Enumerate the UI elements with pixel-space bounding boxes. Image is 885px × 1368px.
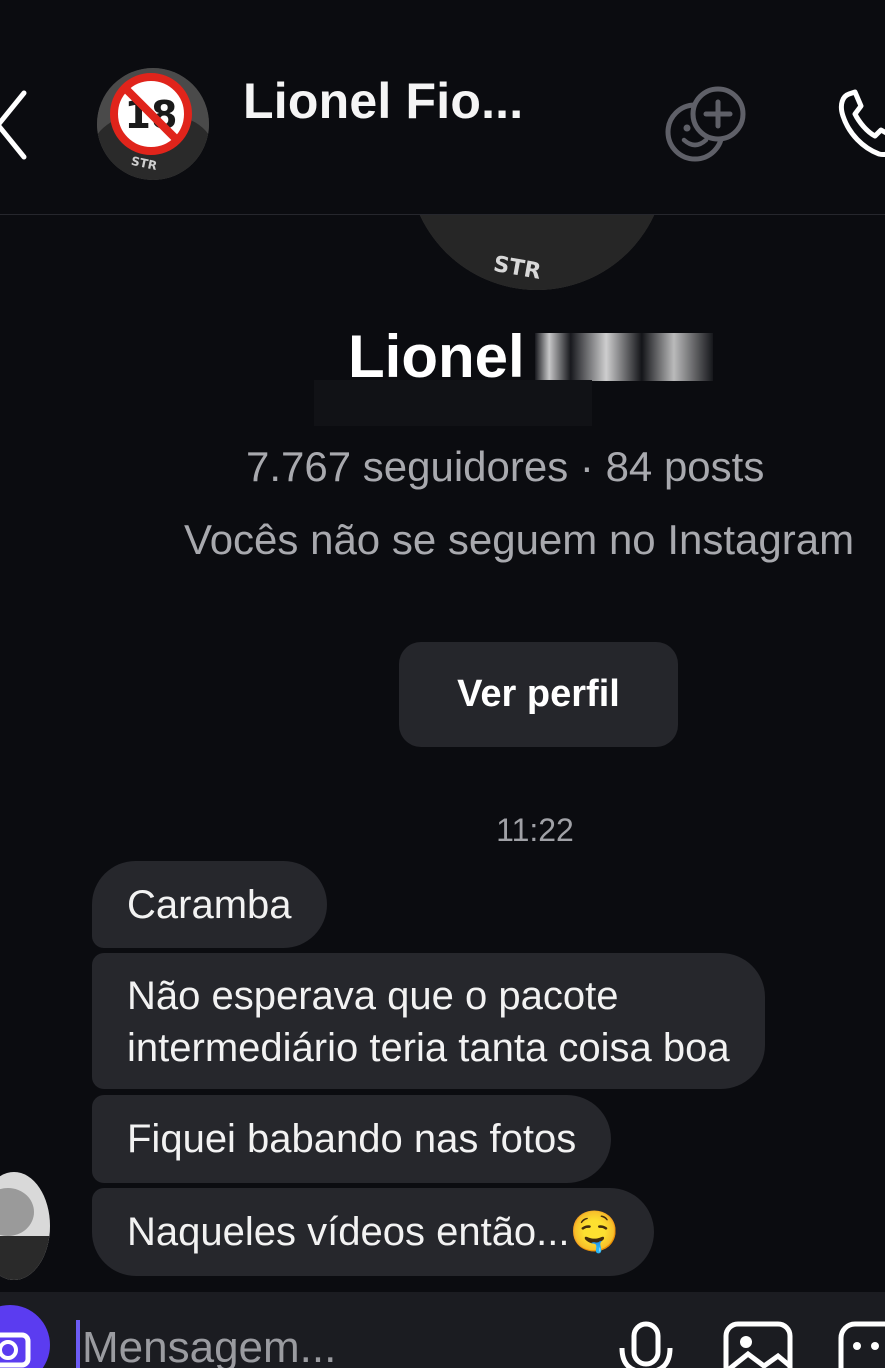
contact-name[interactable]: Lionel Fio... xyxy=(243,72,523,130)
image-icon[interactable] xyxy=(718,1318,798,1368)
message-text: Caramba xyxy=(127,883,292,927)
redacted-username xyxy=(314,380,592,426)
profile-stats: 7.767 seguidores · 84 posts xyxy=(246,443,765,490)
message-bubble[interactable]: Caramba xyxy=(92,861,327,948)
message-bubble[interactable]: Naqueles vídeos então...🤤 xyxy=(92,1188,655,1276)
camera-icon[interactable] xyxy=(0,1305,50,1368)
text-cursor xyxy=(76,1320,80,1368)
message-text-line: intermediário teria tanta coisa boa xyxy=(127,1026,730,1070)
message-text-line: Não esperava que o pacote xyxy=(127,974,619,1018)
message-text: Fiquei babando nas fotos xyxy=(127,1117,577,1161)
view-profile-button[interactable]: Ver perfil xyxy=(399,642,678,747)
message-input[interactable] xyxy=(82,1318,502,1368)
sender-avatar[interactable] xyxy=(0,1172,50,1280)
chat-header: STR 18 Lionel Fio... xyxy=(0,0,885,215)
phone-icon[interactable] xyxy=(835,82,885,162)
redacted-surname xyxy=(534,333,713,381)
contact-avatar[interactable]: STR 18 xyxy=(97,68,209,180)
group-add-icon[interactable] xyxy=(660,80,750,166)
message-bubble[interactable]: Não esperava que o pacote intermediário … xyxy=(92,953,765,1089)
message-timestamp: 11:22 xyxy=(496,812,574,848)
message-text: Naqueles vídeos então...🤤 xyxy=(127,1210,620,1254)
chevron-left-icon[interactable] xyxy=(0,85,38,165)
follow-status-note: Vocês não se seguem no Instagram xyxy=(184,516,855,563)
message-bubble[interactable]: Fiquei babando nas fotos xyxy=(92,1095,612,1183)
microphone-icon[interactable] xyxy=(612,1318,682,1368)
sticker-icon[interactable] xyxy=(835,1318,885,1368)
chat-screen: STR STR 18 Lionel Fio... xyxy=(0,0,885,1368)
